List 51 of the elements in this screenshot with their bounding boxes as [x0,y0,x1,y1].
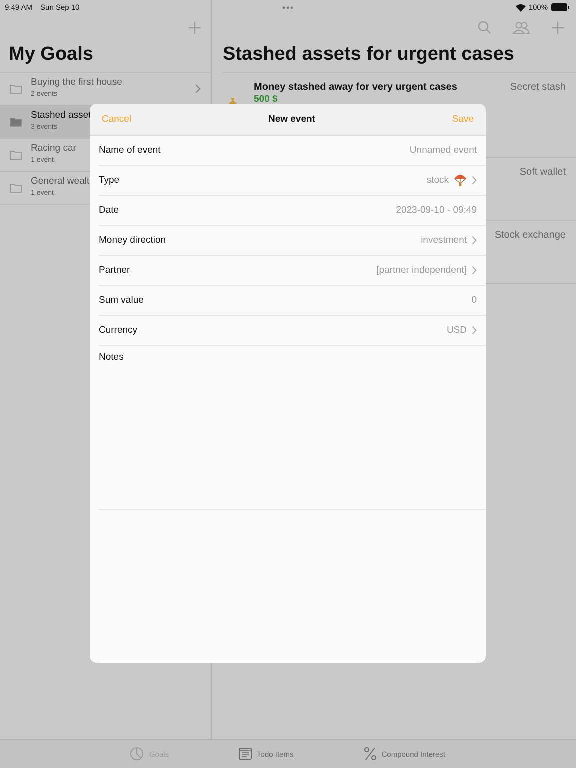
picker-value: investment [421,235,467,246]
asset-title: Money stashed away for very urgent cases [254,82,458,93]
field-label: Sum value [99,295,144,306]
date-picker[interactable]: 2023-09-10 - 09:49 [396,205,477,216]
folder-icon [10,150,22,160]
notes-label: Notes [99,352,125,363]
list-icon [239,748,252,760]
percent-icon [364,747,377,761]
people-icon[interactable] [513,22,530,34]
goal-name: Racing car [31,143,76,155]
goal-name: Stashed asset [31,110,92,122]
goal-name: General wealt [31,176,90,188]
asset-category: Secret stash [510,82,566,93]
save-button[interactable]: Save [450,112,476,127]
picker-value: stock [426,175,449,186]
search-icon[interactable] [478,21,491,34]
picker-value: USD [446,325,467,336]
picker-row[interactable]: investment [421,235,477,246]
chevron-icon [472,236,477,245]
picker-row[interactable]: stock [426,174,477,187]
folder-icon [10,84,22,94]
cancel-button[interactable]: Cancel [100,112,134,127]
multitask-icon[interactable] [282,6,294,10]
chevron-icon [472,266,477,275]
chevron-icon [472,176,477,185]
field-label: Currency [99,325,138,336]
pie-chart-icon [130,747,144,761]
field-label: Date [99,205,120,216]
asset-category: Stock exchange [494,230,566,241]
sidebar-title: My Goals [8,43,94,67]
folder-icon [10,117,22,127]
picker-row[interactable]: USD [446,325,477,336]
field-label: Partner [99,265,130,276]
modal-title: New event [268,114,316,125]
battery-icon [551,3,570,12]
add-icon[interactable] [189,22,201,34]
field-label: Type [99,175,120,186]
input-field[interactable]: 0 [317,295,477,306]
input-field[interactable]: Unnamed event [317,145,477,156]
asset-amount: 500 $ [254,94,279,105]
chevron-icon [472,326,477,335]
chevron-icon [195,84,201,94]
field-label: Name of event [99,145,161,156]
parachute-icon [454,174,467,187]
folder-icon [10,183,22,193]
goal-name: Buying the first house [31,77,122,89]
field-label: Money direction [99,235,166,246]
asset-category: Soft wallet [520,167,566,178]
wifi-icon [516,4,526,12]
detail-title: Stashed assets for urgent cases [222,43,516,67]
add-icon[interactable] [552,22,564,34]
